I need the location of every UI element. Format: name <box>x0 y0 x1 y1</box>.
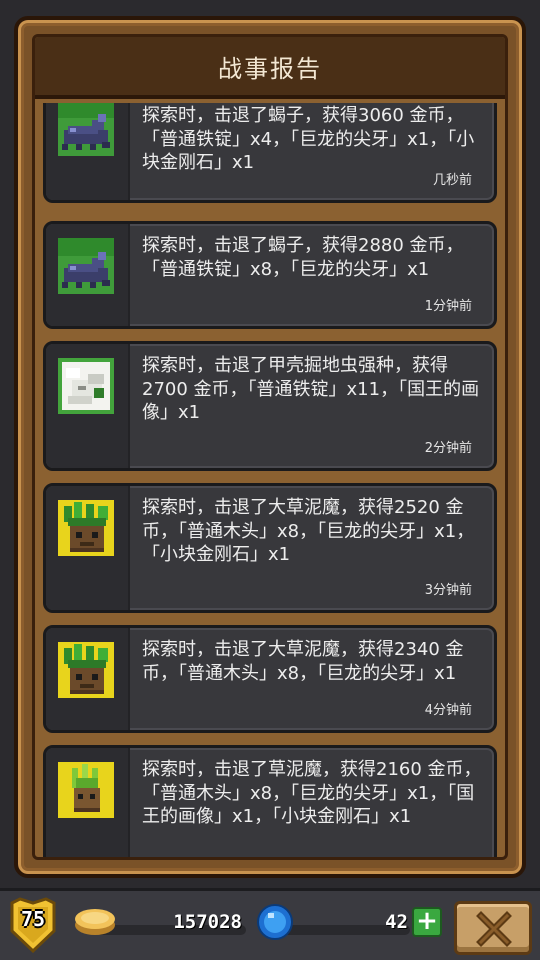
battle-report-panel: 战事报告 探索时，击退了蝎子，获得3060 金币，「普通铁锭」x4，「巨龙的尖牙… <box>14 16 526 878</box>
scorpion-icon <box>58 103 114 156</box>
report-message: 探索时，击退了大草泥魔，获得2340 金币，「普通木头」x8，「巨龙的尖牙」x1 <box>142 639 464 684</box>
big-grass-mud-golem-icon <box>58 642 114 698</box>
report-card[interactable]: 探索时，击退了蝎子，获得2880 金币，「普通铁锭」x8，「巨龙的尖牙」x1 1… <box>43 221 497 329</box>
report-card[interactable]: 探索时，击退了蝎子，获得3060 金币，「普通铁锭」x4，「巨龙的尖牙」x1，「… <box>43 103 497 203</box>
plus-icon: + <box>416 906 438 936</box>
shell-burrower-icon <box>58 358 114 414</box>
report-time: 几秒前 <box>432 173 472 188</box>
report-time: 3分钟前 <box>424 583 472 598</box>
report-message: 探索时，击退了大草泥魔，获得2520 金币，「普通木头」x8，「巨龙的尖牙」x1… <box>142 497 475 565</box>
gold-coin-icon <box>75 909 115 935</box>
report-card[interactable]: 探索时，击退了大草泥魔，获得2520 金币，「普通木头」x8，「巨龙的尖牙」x1… <box>43 483 497 613</box>
report-message: 探索时，击退了蝎子，获得2880 金币，「普通铁锭」x8，「巨龙的尖牙」x1 <box>142 235 464 280</box>
close-button[interactable] <box>454 901 532 955</box>
report-list[interactable]: 探索时，击退了蝎子，获得3060 金币，「普通铁锭」x4，「巨龙的尖牙」x1，「… <box>43 103 497 857</box>
grass-mud-golem-icon <box>58 762 114 818</box>
close-x-icon <box>476 911 512 947</box>
scorpion-icon <box>58 238 114 294</box>
report-card[interactable]: 探索时，击退了大草泥魔，获得2340 金币，「普通木头」x8，「巨龙的尖牙」x1… <box>43 625 497 733</box>
player-level: 75 <box>20 907 46 931</box>
add-gems-button[interactable]: + <box>412 907 442 937</box>
coin-count: 157028 <box>173 911 242 933</box>
thumb-column <box>46 103 130 200</box>
report-card[interactable]: 探索时，击退了甲壳掘地虫强种，获得2700 金币，「普通铁锭」x11，「国王的画… <box>43 341 497 471</box>
thumb-column <box>46 628 130 730</box>
gem-count: 42 <box>385 911 408 933</box>
thumb-column <box>46 224 130 326</box>
report-card[interactable]: 探索时，击退了草泥魔，获得2160 金币，「普通木头」x8，「巨龙的尖牙」x1，… <box>43 745 497 857</box>
big-grass-mud-golem-icon <box>58 500 114 556</box>
report-time: 1分钟前 <box>424 299 472 314</box>
panel-inner: 战事报告 探索时，击退了蝎子，获得3060 金币，「普通铁锭」x4，「巨龙的尖牙… <box>32 34 508 860</box>
thumb-column <box>46 748 130 857</box>
report-message: 探索时，击退了蝎子，获得3060 金币，「普通铁锭」x4，「巨龙的尖牙」x1，「… <box>142 105 475 173</box>
title-bar: 战事报告 <box>35 37 505 99</box>
blue-gem-icon <box>257 904 293 940</box>
thumb-column <box>46 486 130 610</box>
report-message: 探索时，击退了甲壳掘地虫强种，获得2700 金币，「普通铁锭」x11，「国王的画… <box>142 355 480 423</box>
report-time: 4分钟前 <box>424 703 472 718</box>
thumb-column <box>46 344 130 468</box>
report-message: 探索时，击退了草泥魔，获得2160 金币，「普通木头」x8，「巨龙的尖牙」x1，… <box>142 759 482 827</box>
report-time: 2分钟前 <box>424 441 472 456</box>
status-bar: 75 157028 42 + <box>0 888 540 960</box>
page-title: 战事报告 <box>218 54 322 83</box>
